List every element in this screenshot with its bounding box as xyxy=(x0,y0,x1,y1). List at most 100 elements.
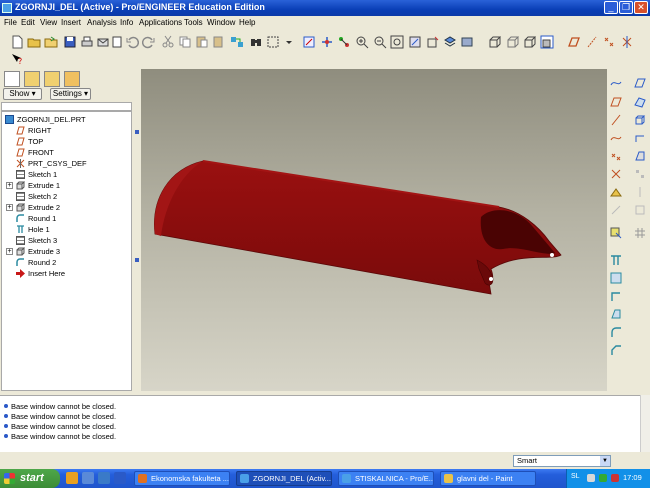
mirror-tool-icon[interactable] xyxy=(634,186,648,200)
grid-tool-icon[interactable] xyxy=(634,227,648,241)
sketched-curve-icon[interactable] xyxy=(610,132,624,146)
tree-item-prt-csys-def[interactable]: PRT_CSYS_DEF xyxy=(16,158,87,169)
expand-icon[interactable]: + xyxy=(6,248,13,255)
new-file-icon[interactable] xyxy=(10,35,24,49)
plane-tool-icon[interactable] xyxy=(610,96,624,110)
send-mail-icon[interactable] xyxy=(96,35,110,49)
selection-filter-select[interactable]: Smart ▼ xyxy=(513,455,611,467)
no-hidden-icon[interactable] xyxy=(522,35,537,49)
paste-special-icon[interactable] xyxy=(212,35,226,49)
tree-item-sketch-1[interactable]: Sketch 1 xyxy=(16,169,57,180)
message-scrollbar[interactable] xyxy=(640,395,650,452)
menu-insert[interactable]: Insert xyxy=(61,18,81,27)
panel-splitter[interactable] xyxy=(133,69,141,391)
tray-app-icon[interactable] xyxy=(587,474,595,482)
orient-mode-icon[interactable] xyxy=(337,35,351,49)
tree-item-extrude-2[interactable]: + Extrude 2 xyxy=(6,202,60,213)
repaint-icon[interactable] xyxy=(302,35,316,49)
shell-tool-icon[interactable] xyxy=(634,114,648,128)
hidden-line-icon[interactable] xyxy=(505,35,520,49)
spin-center-icon[interactable] xyxy=(320,35,334,49)
quicklaunch-app-icon[interactable] xyxy=(98,472,110,484)
layers-icon[interactable] xyxy=(443,35,457,49)
tab-favorites[interactable] xyxy=(44,71,60,87)
quicklaunch-firefox-icon[interactable] xyxy=(66,472,78,484)
csys-tool-icon[interactable] xyxy=(610,168,624,182)
menu-applications[interactable]: Applications xyxy=(139,18,182,27)
menu-view[interactable]: View xyxy=(40,18,57,27)
expand-icon[interactable]: + xyxy=(6,182,13,189)
saved-views-icon[interactable] xyxy=(426,35,440,49)
zoom-out-icon[interactable] xyxy=(373,35,387,49)
menu-info[interactable]: Info xyxy=(120,18,133,27)
shading-icon[interactable] xyxy=(540,35,554,49)
datum-axes-toggle-icon[interactable] xyxy=(585,35,599,49)
draft-feature-icon[interactable] xyxy=(610,308,624,322)
menu-tools[interactable]: Tools xyxy=(184,18,203,27)
taskbar-task-stiskalnica[interactable]: STISKALNICA - Pro/E... xyxy=(338,471,434,486)
print-icon[interactable] xyxy=(80,35,94,49)
tree-item-right[interactable]: RIGHT xyxy=(16,125,51,136)
wireframe-icon[interactable] xyxy=(487,35,502,49)
expand-icon[interactable]: + xyxy=(6,204,13,211)
select-dropdown-icon[interactable] xyxy=(282,35,296,49)
csys-toggle-icon[interactable] xyxy=(620,35,634,49)
whats-this-help-icon[interactable]: ? xyxy=(10,52,24,66)
graphics-viewport[interactable] xyxy=(141,69,607,391)
reorient-icon[interactable] xyxy=(408,35,422,49)
axis-tool-icon[interactable] xyxy=(610,114,624,128)
datum-points-toggle-icon[interactable] xyxy=(602,35,616,49)
open-folder-icon[interactable] xyxy=(27,35,41,49)
datum-plane-tool-icon[interactable] xyxy=(634,77,648,91)
tree-item-front[interactable]: FRONT xyxy=(16,147,54,158)
menu-file[interactable]: File xyxy=(4,18,17,27)
menu-analysis[interactable]: Analysis xyxy=(87,18,117,27)
tray-app-icon[interactable] xyxy=(599,474,607,482)
undo-icon[interactable] xyxy=(125,35,140,49)
hole-tool-icon[interactable] xyxy=(610,254,624,268)
annotation-tool-icon[interactable] xyxy=(610,204,624,218)
restore-button[interactable]: ❐ xyxy=(619,1,633,14)
surface-tool-icon[interactable] xyxy=(634,96,648,110)
merge-tool-icon[interactable] xyxy=(634,204,648,218)
tree-item-sketch-3[interactable]: Sketch 3 xyxy=(16,235,57,246)
tree-item-round-2[interactable]: Round 2 xyxy=(16,257,56,268)
quicklaunch-app-icon[interactable] xyxy=(82,472,94,484)
rib-feature-icon[interactable] xyxy=(610,290,624,304)
rib-tool-icon[interactable] xyxy=(634,132,648,146)
menu-help[interactable]: Help xyxy=(239,18,255,27)
datum-point-tool-icon[interactable] xyxy=(610,150,624,164)
draft-tool-icon[interactable] xyxy=(634,150,648,164)
datum-planes-toggle-icon[interactable] xyxy=(567,35,581,49)
paste-icon[interactable] xyxy=(195,35,209,49)
tree-item-extrude-1[interactable]: + Extrude 1 xyxy=(6,180,60,191)
start-button[interactable]: start xyxy=(0,469,60,488)
show-button[interactable]: Show ▾ xyxy=(3,88,42,100)
taskbar-task-browser[interactable]: Ekonomska fakulteta ... xyxy=(134,471,230,486)
copy-icon[interactable] xyxy=(178,35,192,49)
tab-folder-browser[interactable] xyxy=(24,71,40,87)
print-preview-icon[interactable] xyxy=(110,35,124,49)
tree-item-round-1[interactable]: Round 1 xyxy=(16,213,56,224)
menu-edit[interactable]: Edit xyxy=(21,18,35,27)
tree-item-sketch-2[interactable]: Sketch 2 xyxy=(16,191,57,202)
view-manager-icon[interactable] xyxy=(460,35,474,49)
tree-item-hole-1[interactable]: Hole 1 xyxy=(16,224,50,235)
taskbar-task-zgornji-del[interactable]: ZGORNJI_DEL (Activ... xyxy=(236,471,332,486)
settings-button[interactable]: Settings ▾ xyxy=(50,88,91,100)
quicklaunch-app-icon[interactable] xyxy=(114,472,126,484)
round-tool-icon[interactable] xyxy=(610,326,624,340)
tray-app-icon[interactable] xyxy=(611,474,619,482)
zoom-in-icon[interactable] xyxy=(355,35,369,49)
tree-root[interactable]: ZGORNJI_DEL.PRT xyxy=(5,114,86,125)
redo-icon[interactable] xyxy=(141,35,156,49)
tree-item-top[interactable]: TOP xyxy=(16,136,43,147)
refit-icon[interactable] xyxy=(390,35,404,49)
find-icon[interactable] xyxy=(249,35,263,49)
open-file-icon[interactable] xyxy=(44,35,58,49)
taskbar-task-paint[interactable]: glavni del - Paint xyxy=(440,471,536,486)
language-indicator[interactable]: SL xyxy=(571,473,580,480)
minimize-button[interactable]: _ xyxy=(604,1,618,14)
pattern-tool-icon[interactable] xyxy=(634,168,648,182)
tab-model-tree[interactable] xyxy=(4,71,20,87)
